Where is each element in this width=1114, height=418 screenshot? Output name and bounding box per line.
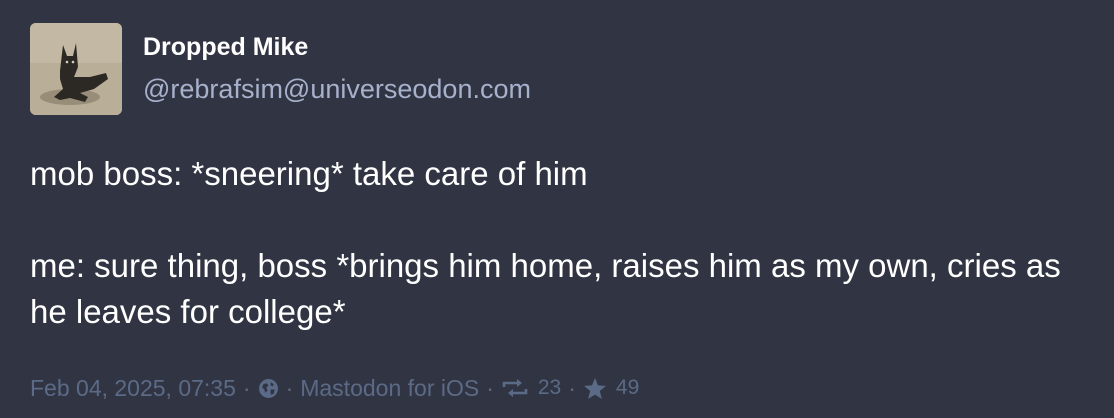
- meta-separator: ·: [242, 374, 251, 401]
- post-author: Dropped Mike @rebrafsim@universeodon.com: [143, 31, 531, 106]
- avatar-image: [30, 23, 122, 115]
- post-application[interactable]: Mastodon for iOS: [300, 375, 479, 402]
- author-handle[interactable]: @rebrafsim@universeodon.com: [143, 72, 531, 106]
- meta-separator: ·: [285, 374, 294, 401]
- post-paragraph: mob boss: *sneering* take care of him: [30, 155, 588, 192]
- reblogs-count: 23: [537, 376, 562, 399]
- favourites-count: 49: [615, 376, 640, 399]
- globe-icon: [258, 378, 279, 399]
- meta-separator: ·: [568, 374, 576, 401]
- author-display-name[interactable]: Dropped Mike: [143, 31, 531, 63]
- post-meta: Feb 04, 2025, 07:35 · · Mastodon for iOS…: [30, 368, 639, 408]
- meta-separator: ·: [486, 374, 494, 401]
- post-paragraph: me: sure thing, boss *brings him home, r…: [30, 247, 1061, 330]
- post-content: mob boss: *sneering* take care of him me…: [30, 151, 1090, 335]
- star-icon[interactable]: [583, 377, 607, 400]
- post-timestamp[interactable]: Feb 04, 2025, 07:35: [30, 375, 236, 402]
- retweet-icon[interactable]: [501, 378, 529, 398]
- post-card: Dropped Mike @rebrafsim@universeodon.com…: [0, 0, 1114, 418]
- avatar[interactable]: [30, 23, 122, 115]
